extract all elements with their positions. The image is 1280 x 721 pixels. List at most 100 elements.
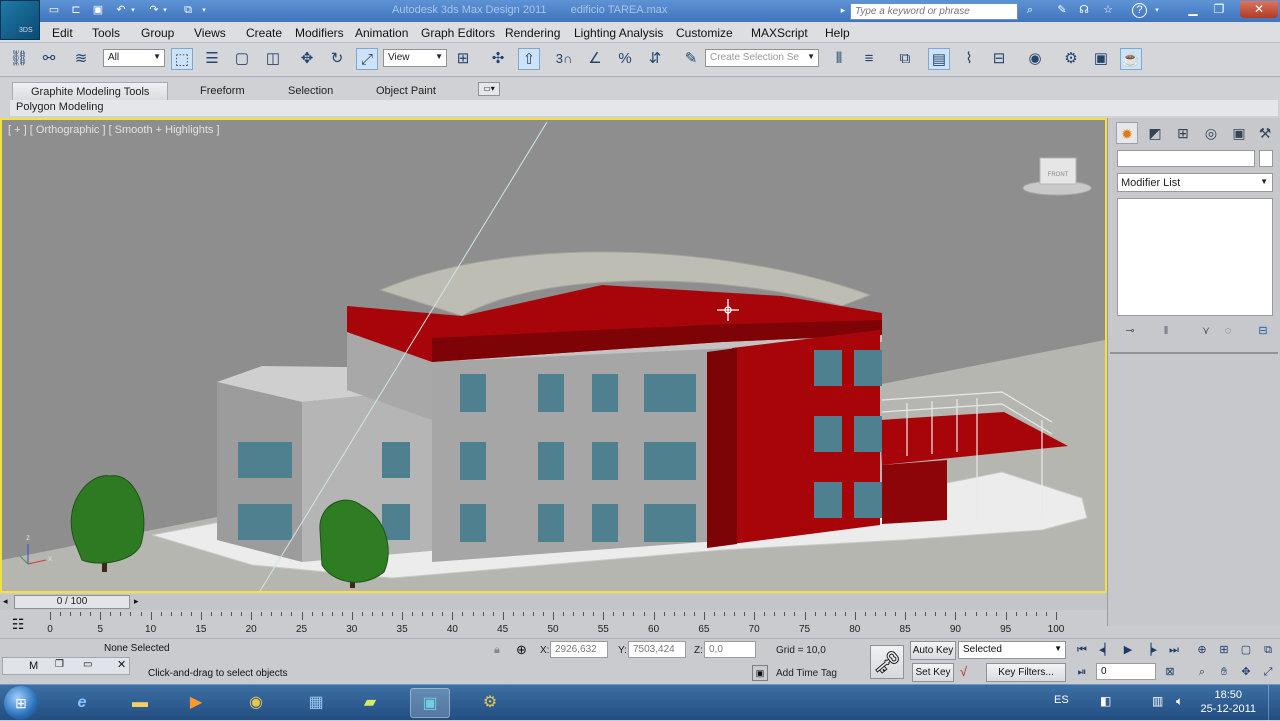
pan-view-icon[interactable]: ✋︎ [1214,663,1234,681]
graphite-ribbon-toggle-icon[interactable]: ▤ [928,48,950,70]
bind-to-space-warp-icon[interactable]: ≋ [70,48,92,70]
object-name-field[interactable] [1117,150,1255,167]
new-file-icon[interactable]: ▭ [46,3,62,18]
select-by-name-icon[interactable]: ☰ [201,48,223,70]
previous-frame-icon[interactable]: ◂▏ [1096,641,1116,659]
menu-help[interactable]: Help [825,26,850,40]
go-to-start-icon[interactable]: ⏮ [1072,641,1092,659]
close-button[interactable]: ✕ [1240,1,1278,18]
window-crossing-icon[interactable]: ◫ [262,48,284,70]
snaps-toggle-icon[interactable]: 3∩ [553,48,575,70]
menu-create[interactable]: Create [246,26,282,40]
undo-icon[interactable]: ↶ [113,3,129,18]
maxscript-restore-icon[interactable]: ❐ [55,659,64,670]
key-mode-toggle-icon[interactable]: ⏯ [1072,663,1092,681]
menu-rendering[interactable]: Rendering [505,26,560,40]
select-and-scale-icon[interactable]: ⤢ [356,48,378,70]
maxscript-listener[interactable]: M ❐ ▭ ✕ [2,657,130,675]
angle-snap-icon[interactable]: ∠ [584,48,606,70]
3ds-max-taskbar-icon[interactable]: ▣ [410,688,450,718]
material-editor-icon[interactable]: ◉ [1024,48,1046,70]
percent-snap-icon[interactable]: % [614,48,636,70]
menu-modifiers[interactable]: Modifiers [295,26,344,40]
open-file-icon[interactable]: ⊏ [68,3,84,18]
tray-volume-icon[interactable]: 🔈︎ [1176,694,1183,709]
menu-group[interactable]: Group [141,26,174,40]
modifier-list-dropdown[interactable]: Modifier List ▼ [1117,173,1273,192]
show-end-result-icon[interactable]: ‖ [1157,322,1175,340]
rectangular-selection-region-icon[interactable]: ▢ [231,48,253,70]
y-coordinate-field[interactable]: 7503,424 [628,641,686,658]
named-selection-sets-dropdown[interactable]: Create Selection Se ▼ [705,49,819,67]
display-tab-icon[interactable]: ▣ [1228,122,1250,144]
menu-animation[interactable]: Animation [355,26,408,40]
add-time-tag[interactable]: Add Time Tag [776,668,837,679]
align-icon[interactable]: ≡ [858,48,880,70]
select-and-move-icon[interactable]: ✥ [296,48,318,70]
create-tab-icon[interactable]: ✹ [1116,122,1138,144]
make-unique-icon[interactable]: ⋎ [1197,322,1215,340]
render-setup-icon[interactable]: ⚙ [1060,48,1082,70]
lock-selection-icon[interactable]: 🔒︎ [494,644,500,657]
configure-modifier-sets-icon[interactable]: ⊟ [1254,322,1272,340]
restore-button[interactable]: ❐ [1206,1,1232,18]
zoom-all-icon[interactable]: ⊞ [1214,641,1234,659]
x-coordinate-field[interactable]: 2926,632 [550,641,608,658]
selection-filter-dropdown[interactable]: All ▼ [103,49,165,67]
edit-named-selection-icon[interactable]: ✎ [680,48,702,70]
tray-network-icon[interactable]: ▥ [1152,694,1163,708]
menu-tools[interactable]: Tools [92,26,120,40]
time-slider[interactable]: ◂ 0 / 100 ▸ [0,594,1107,610]
perspective-viewport[interactable]: FRONT z x [ + ] [ Orthographic ] [ Smoot… [0,118,1107,593]
current-frame-field[interactable]: 0 [1096,663,1156,680]
key-filters-button[interactable]: Key Filters... [986,663,1066,682]
modify-tab-icon[interactable]: ◩ [1144,122,1166,144]
media-player-icon[interactable]: ▶ [176,688,216,718]
menu-graph-editors[interactable]: Graph Editors [421,26,495,40]
help-icon[interactable]: ? [1132,3,1147,18]
tab-graphite-modeling-tools[interactable]: Graphite Modeling Tools [12,82,169,100]
pivot-point-center-icon[interactable]: ⊞ [452,48,474,70]
undo-dropdown-icon[interactable]: ▾ [128,3,138,18]
expand-search-icon[interactable]: ▸ [838,3,848,18]
app-logo-icon[interactable]: 3DS [0,0,40,40]
mini-curve-editor-icon[interactable]: ☷ [8,614,28,634]
absolute-mode-transform-icon[interactable]: ⊕ [516,642,527,658]
redo-dropdown-icon[interactable]: ▾ [160,3,170,18]
binoculars-icon[interactable]: ⌕ [1022,3,1038,18]
set-key-icon[interactable]: 🗝︎ [870,645,904,679]
calculator-app-icon[interactable]: ▦ [296,688,336,718]
ribbon-options-icon[interactable]: ▭▾ [478,82,500,96]
tools-app-icon[interactable]: ⚙ [470,688,510,718]
render-production-icon[interactable]: ☕ [1120,48,1142,70]
maxscript-close-icon[interactable]: ✕ [117,658,126,671]
menu-edit[interactable]: Edit [52,26,73,40]
internet-explorer-icon[interactable]: e [62,688,102,718]
default-tangents-icon[interactable]: √ [960,664,967,679]
chrome-icon[interactable]: ◉ [236,688,276,718]
zoom-extents-all-icon[interactable]: ⧉ [1258,641,1278,659]
set-key-button[interactable]: Set Key [912,663,954,682]
time-configuration-icon[interactable]: ⊠ [1160,663,1180,681]
play-icon[interactable]: ▶ [1118,641,1138,659]
subscription-icon[interactable]: ✎ [1054,3,1070,18]
orbit-icon[interactable]: ✥ [1236,663,1256,681]
help-dropdown-icon[interactable]: ▾ [1152,3,1162,18]
file-explorer-icon[interactable]: ▬ [120,688,160,718]
communication-icon[interactable]: ☊ [1076,3,1092,18]
tab-selection[interactable]: Selection [282,82,339,100]
manage-layers-icon[interactable]: ⧉ [894,48,916,70]
next-frame-icon[interactable]: ▕▸ [1140,641,1160,659]
select-object-icon[interactable]: ⬚ [171,48,193,70]
previous-frame-arrow-icon[interactable]: ◂ [3,596,8,607]
schematic-view-icon[interactable]: ⊟ [988,48,1010,70]
time-tag-icon[interactable]: ▣ [752,665,768,681]
viewport-label[interactable]: [ + ] [ Orthographic ] [ Smooth + Highli… [8,124,220,136]
go-to-end-icon[interactable]: ⏭ [1164,641,1184,659]
field-of-view-icon[interactable]: ⌕ [1192,663,1212,681]
search-input[interactable]: Type a keyword or phrase [850,3,1018,20]
auto-key-button[interactable]: Auto Key [910,641,956,660]
zoom-icon[interactable]: ⊕ [1192,641,1212,659]
unlink-selection-icon[interactable]: ⚯ [38,48,60,70]
quick-access-dropdown-icon[interactable]: ▾ [199,3,209,18]
